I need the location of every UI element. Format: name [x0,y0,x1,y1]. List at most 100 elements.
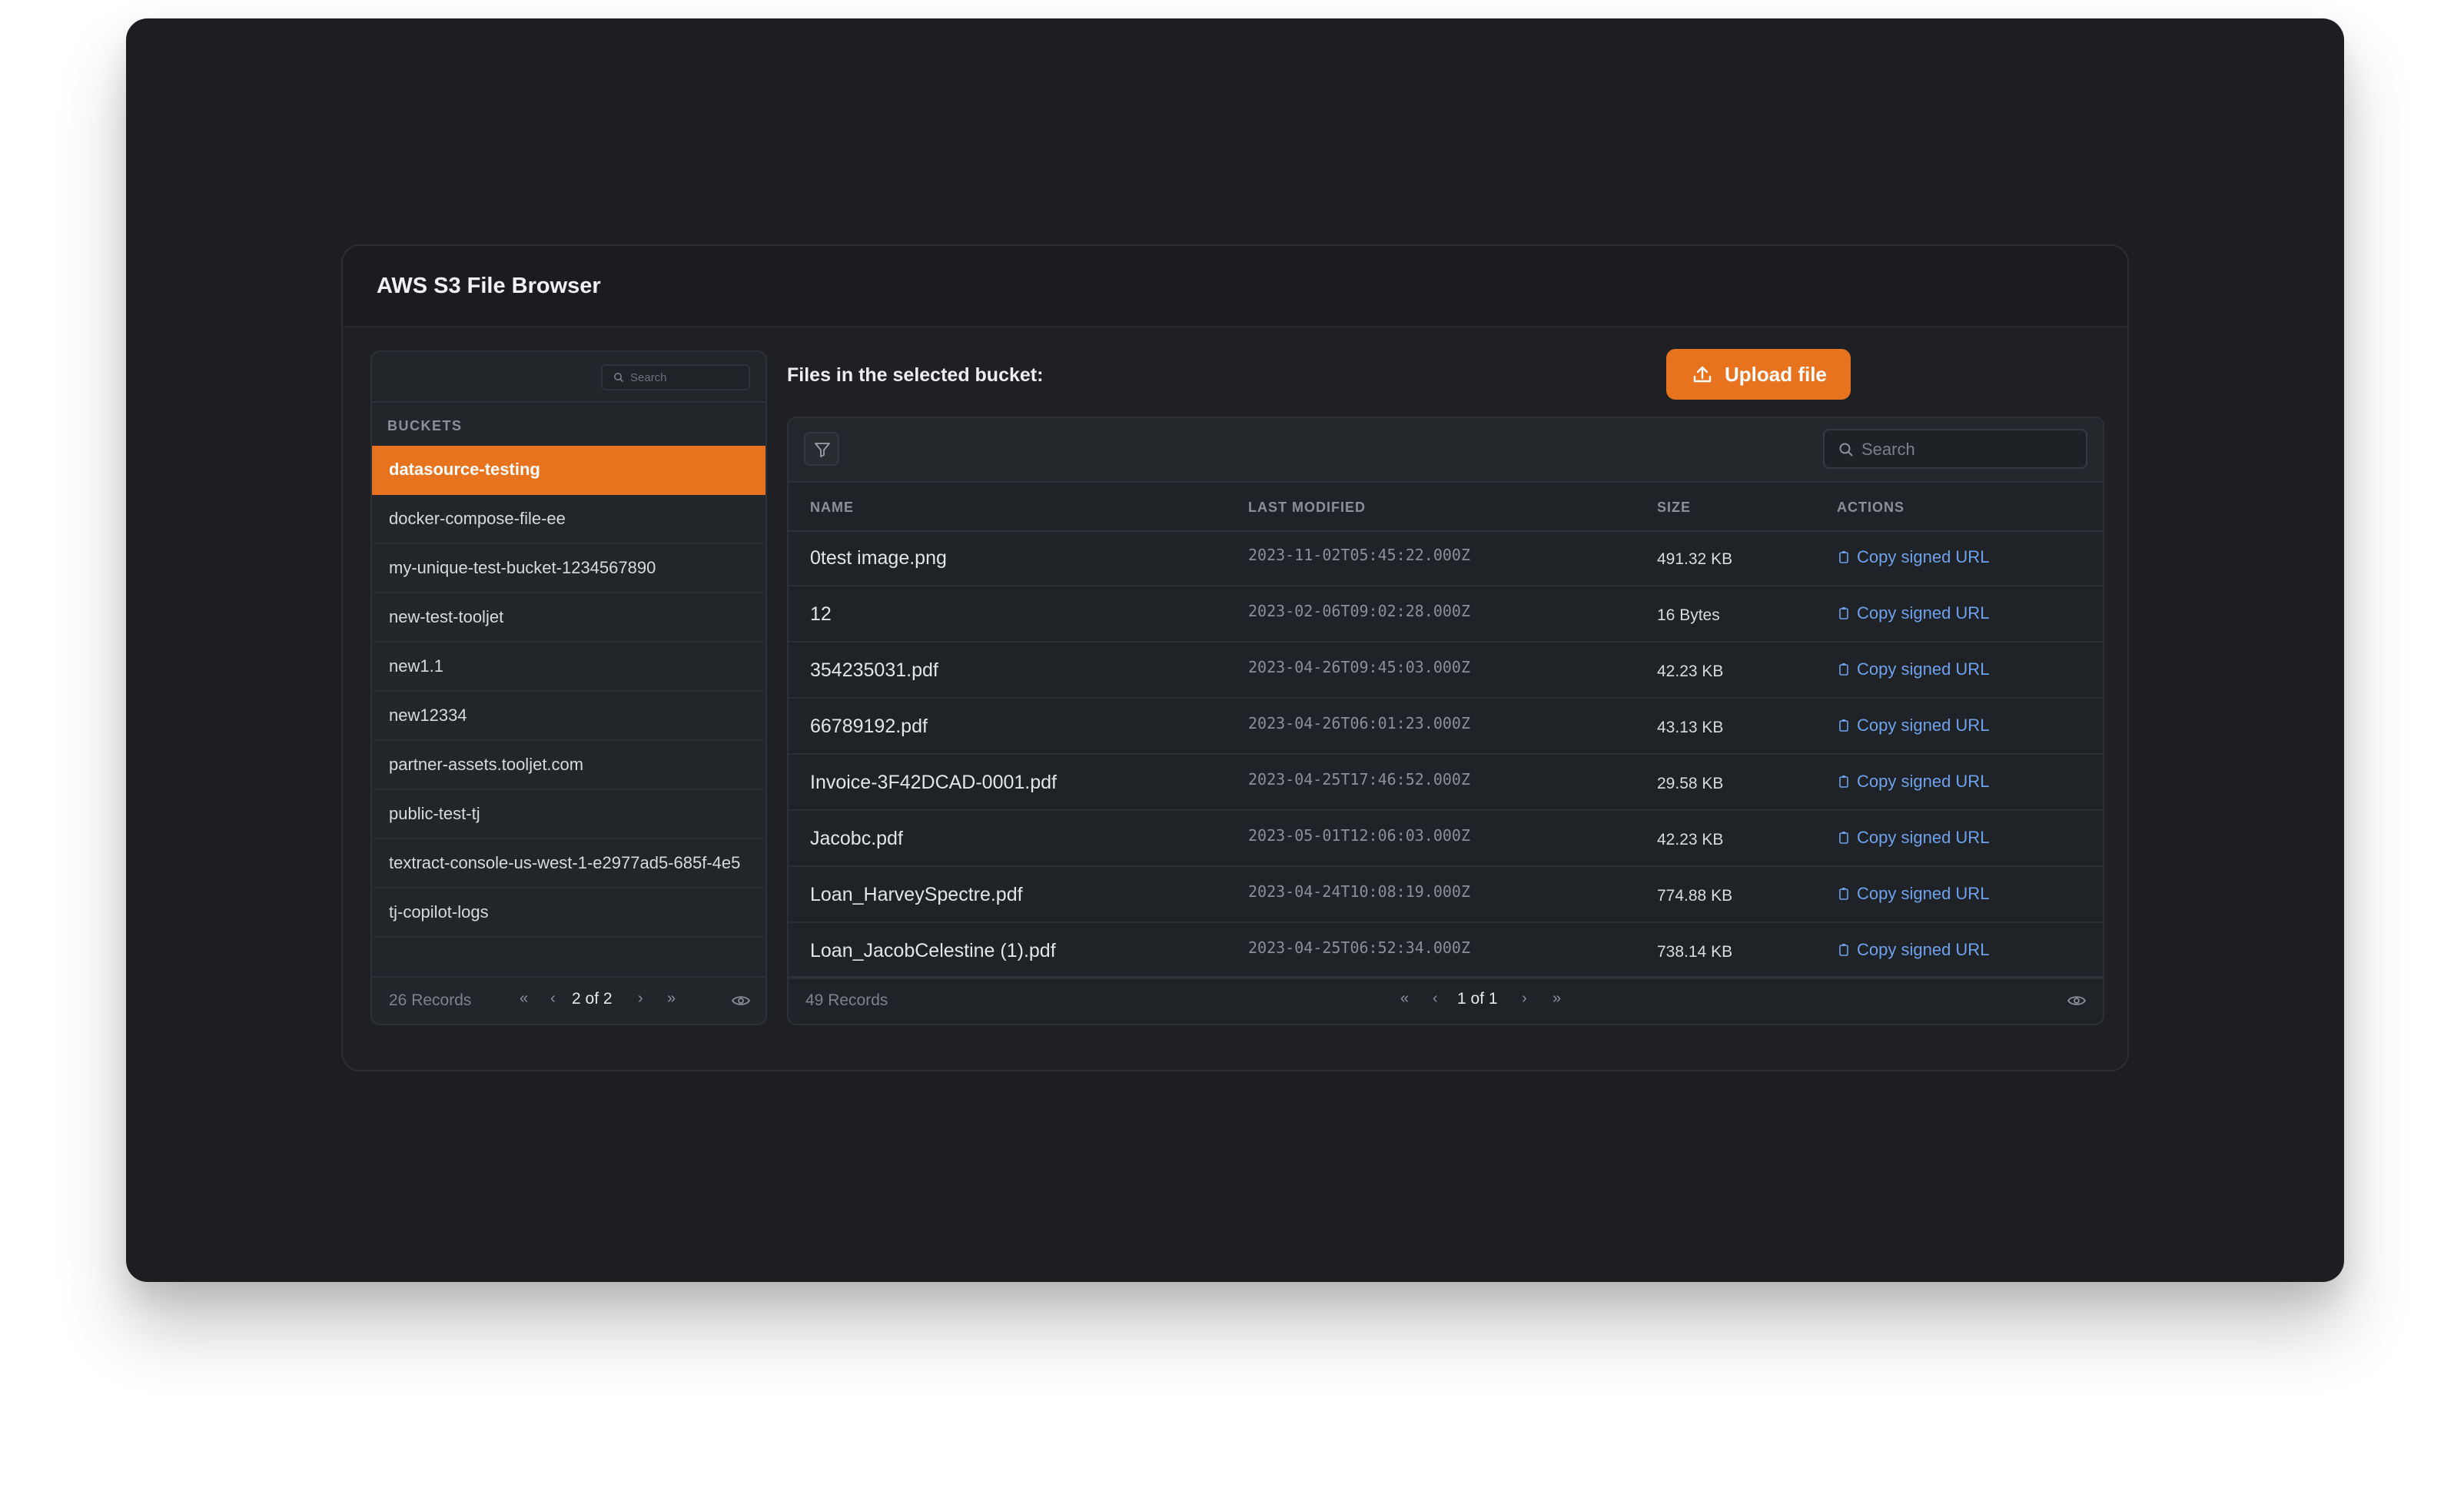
first-page-icon[interactable]: « [1400,990,1409,1008]
file-last-modified: 2023-04-26T09:45:03.000Z [1248,658,1470,676]
file-last-modified: 2023-02-06T09:02:28.000Z [1248,602,1470,620]
file-size: 774.88 KB [1657,887,1733,905]
s3-browser-card: AWS S3 File Browser Search BUCKETS datas… [341,244,2129,1071]
copy-icon [1839,832,1848,844]
files-page-indicator: 1 of 1 [1457,990,1498,1008]
table-row[interactable]: 66789192.pdf 2023-04-26T06:01:23.000Z 43… [789,699,2103,755]
table-row[interactable]: 0test image.png 2023-11-02T05:45:22.000Z… [789,530,2103,586]
bucket-item[interactable]: tj-copilot-logs [372,888,765,938]
last-page-icon[interactable]: » [667,990,676,1008]
copy-icon [1839,551,1848,563]
files-section-label: Files in the selected bucket: [787,364,1044,386]
search-icon [1839,443,1853,457]
file-last-modified: 2023-04-26T06:01:23.000Z [1248,714,1470,732]
file-name: Jacobc.pdf [810,828,903,849]
file-size: 42.23 KB [1657,663,1724,680]
table-row[interactable]: 354235031.pdf 2023-04-26T09:45:03.000Z 4… [789,643,2103,699]
bucket-item[interactable]: docker-compose-file-ee [372,495,765,544]
copy-signed-url-label: Copy signed URL [1857,716,1990,735]
copy-icon [1839,663,1848,676]
first-page-icon[interactable]: « [520,990,528,1008]
file-name: Loan_HarveySpectre.pdf [810,884,1023,905]
copy-signed-url-label: Copy signed URL [1857,603,1990,623]
bucket-item[interactable]: new12334 [372,692,765,741]
table-body: 0test image.png 2023-11-02T05:45:22.000Z… [789,530,2103,979]
file-size: 738.14 KB [1657,943,1733,961]
copy-signed-url-label: Copy signed URL [1857,828,1990,847]
file-last-modified: 2023-04-25T17:46:52.000Z [1248,770,1470,789]
column-header-last-modified[interactable]: LAST MODIFIED [1248,500,1366,516]
bucket-item[interactable]: my-unique-test-bucket-1234567890 [372,544,765,593]
copy-icon [1839,944,1848,956]
copy-signed-url-label: Copy signed URL [1857,659,1990,679]
files-search-input[interactable]: Search [1823,429,2087,469]
copy-signed-url-label: Copy signed URL [1857,884,1990,903]
search-icon [614,373,624,383]
table-row[interactable]: 12 2023-02-06T09:02:28.000Z 16 Bytes Cop… [789,586,2103,643]
file-size: 42.23 KB [1657,831,1724,848]
eye-icon[interactable] [2067,995,2086,1007]
files-table: Search NAME LAST MODIFIED SIZE ACTIONS 0… [787,417,2104,1025]
upload-icon [1693,366,1712,383]
copy-signed-url-label: Copy signed URL [1857,547,1990,566]
bucket-item[interactable]: textract-console-us-west-1-e2977ad5-685f… [372,839,765,888]
copy-signed-url-label: Copy signed URL [1857,772,1990,791]
buckets-search-input[interactable]: Search [601,364,750,390]
copy-icon [1839,775,1848,788]
page-title: AWS S3 File Browser [377,274,601,298]
file-name: 354235031.pdf [810,659,938,681]
buckets-header: BUCKETS [387,418,463,433]
copy-icon [1839,719,1848,732]
column-header-actions: ACTIONS [1837,500,1904,515]
file-last-modified: 2023-05-01T12:06:03.000Z [1248,826,1470,845]
next-page-icon[interactable]: › [1522,990,1527,1008]
table-row[interactable]: Loan_HarveySpectre.pdf 2023-04-24T10:08:… [789,867,2103,923]
buckets-footer: 26 Records « ‹ 2 of 2 › » [372,976,765,1024]
file-name: 0test image.png [810,547,947,569]
prev-page-icon[interactable]: ‹ [550,990,556,1008]
file-last-modified: 2023-11-02T05:45:22.000Z [1248,546,1470,564]
copy-icon [1839,888,1848,900]
next-page-icon[interactable]: › [638,990,643,1008]
eye-icon[interactable] [732,995,750,1007]
app-header: AWS S3 File Browser [343,246,2127,327]
file-name: 66789192.pdf [810,716,928,737]
files-toolbar: Search [789,418,2103,483]
copy-signed-url-label: Copy signed URL [1857,940,1990,959]
file-name: Loan_JacobCelestine (1).pdf [810,940,1056,961]
file-last-modified: 2023-04-25T06:52:34.000Z [1248,938,1470,957]
upload-file-button[interactable]: Upload file [1666,349,1851,400]
file-size: 29.58 KB [1657,775,1724,792]
table-row[interactable]: Jacobc.pdf 2023-05-01T12:06:03.000Z 42.2… [789,811,2103,867]
buckets-toolbar: Search [372,352,765,403]
last-page-icon[interactable]: » [1552,990,1561,1008]
buckets-panel: Search BUCKETS datasource-testing docker… [370,350,767,1025]
files-record-count: 49 Records [805,991,888,1009]
table-row[interactable]: Invoice-3F42DCAD-0001.pdf 2023-04-25T17:… [789,755,2103,811]
file-size: 43.13 KB [1657,719,1724,736]
buckets-list: datasource-testing docker-compose-file-e… [372,446,765,938]
buckets-record-count: 26 Records [389,991,472,1009]
bucket-item[interactable]: public-test-tj [372,790,765,839]
buckets-search-placeholder: Search [630,371,667,384]
filter-icon [815,443,830,457]
bucket-item[interactable]: partner-assets.tooljet.com [372,741,765,790]
upload-file-label: Upload file [1725,363,1827,386]
buckets-page-indicator: 2 of 2 [572,990,613,1008]
bucket-item[interactable]: new-test-tooljet [372,593,765,643]
file-size: 16 Bytes [1657,606,1720,624]
file-last-modified: 2023-04-24T10:08:19.000Z [1248,882,1470,901]
bucket-item[interactable]: new1.1 [372,643,765,692]
column-header-size[interactable]: SIZE [1657,500,1691,516]
file-name: Invoice-3F42DCAD-0001.pdf [810,772,1057,793]
filter-button[interactable] [804,432,839,466]
app-window: AWS S3 File Browser Search BUCKETS datas… [126,18,2344,1282]
file-name: 12 [810,603,832,625]
table-row[interactable]: Loan_JacobCelestine (1).pdf 2023-04-25T0… [789,923,2103,979]
bucket-item[interactable]: datasource-testing [372,446,765,495]
column-header-name[interactable]: NAME [810,500,854,516]
prev-page-icon[interactable]: ‹ [1433,990,1438,1008]
file-size: 491.32 KB [1657,550,1733,568]
copy-icon [1839,607,1848,619]
table-header: NAME LAST MODIFIED SIZE ACTIONS [789,481,2103,532]
